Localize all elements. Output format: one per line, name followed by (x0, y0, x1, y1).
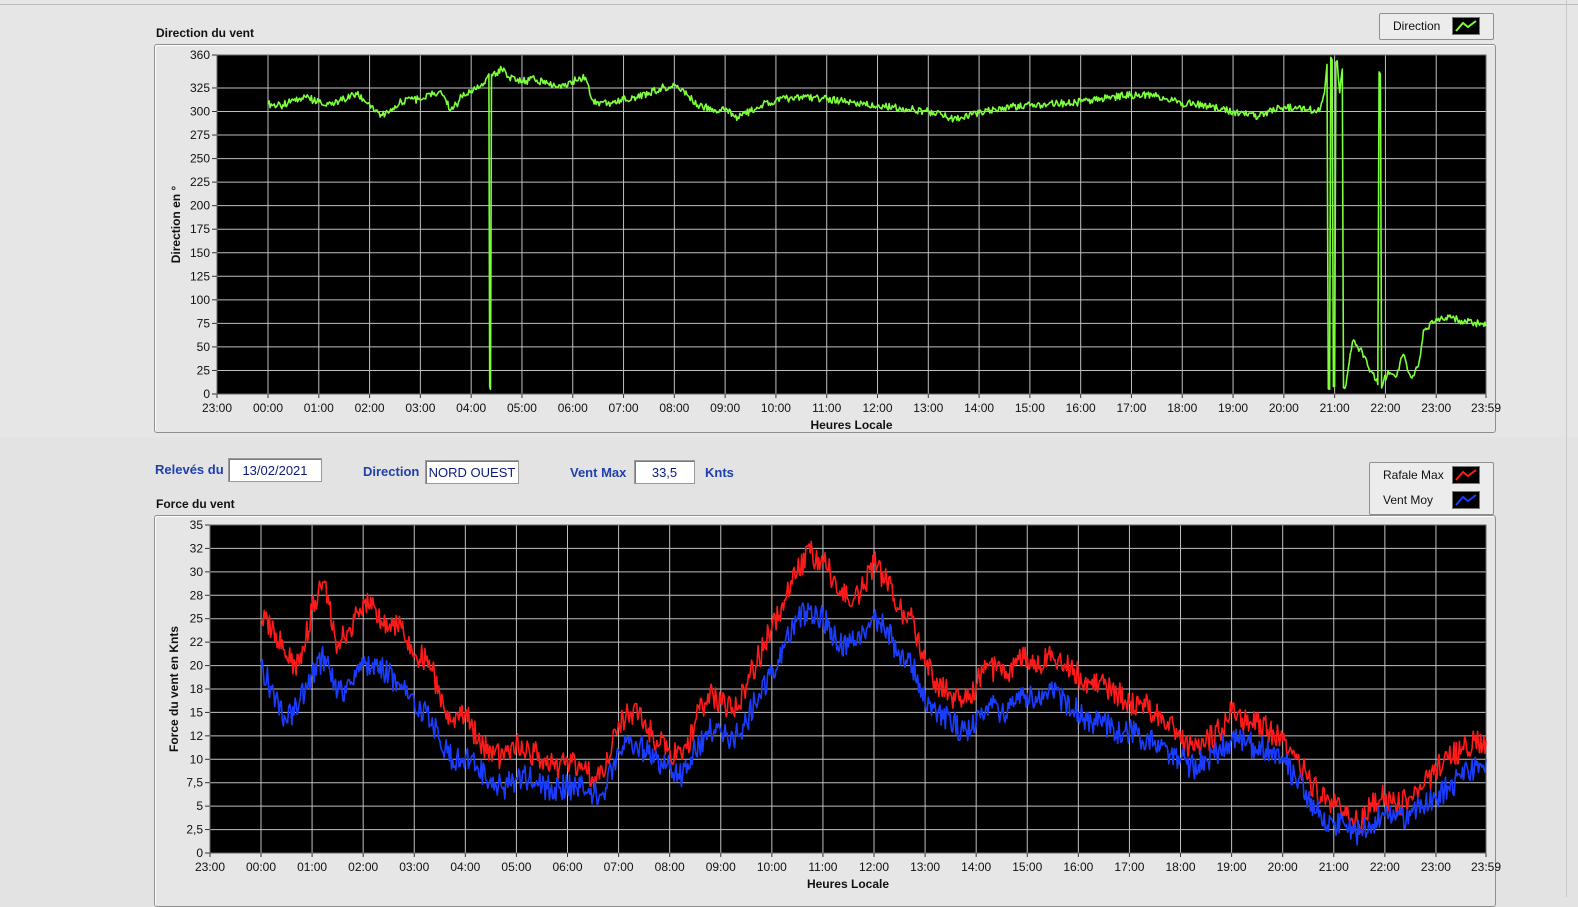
x-tick-label: 20:00 (1268, 860, 1298, 874)
x-tick-label: 23:59 (1471, 860, 1501, 874)
x-tick-label: 12:00 (859, 860, 889, 874)
y-tick-label: 12 (190, 729, 204, 743)
y-tick-label: 22 (190, 635, 204, 649)
x-tick-label: 23:00 (1421, 860, 1451, 874)
y-tick-label: 2,5 (186, 823, 203, 837)
x-tick-label: 13:00 (910, 860, 940, 874)
y-tick-label: 28 (190, 588, 204, 602)
y-tick-label: 32 (190, 541, 204, 555)
x-tick-label: 11:00 (808, 860, 837, 874)
y-tick-label: 7,5 (186, 776, 203, 790)
y-tick-label: 10 (190, 752, 204, 766)
y-tick-label: 35 (190, 518, 204, 532)
x-tick-label: 19:00 (1217, 860, 1247, 874)
y-tick-label: 5 (196, 799, 203, 813)
y-tick-label: 25 (190, 612, 204, 626)
y-axis-label: Force du vent en Knts (167, 626, 181, 752)
y-tick-label: 18 (190, 682, 204, 696)
x-tick-label: 22:00 (1370, 860, 1400, 874)
x-axis-label: Heures Locale (807, 877, 889, 891)
x-tick-label: 16:00 (1063, 860, 1093, 874)
y-tick-label: 0 (196, 846, 203, 860)
x-tick-label: 07:00 (604, 860, 634, 874)
y-tick-label: 30 (190, 565, 204, 579)
x-tick-label: 01:00 (297, 860, 327, 874)
x-tick-label: 06:00 (552, 860, 582, 874)
x-tick-label: 08:00 (655, 860, 685, 874)
x-tick-label: 15:00 (1012, 860, 1042, 874)
x-tick-label: 04:00 (450, 860, 480, 874)
x-tick-label: 03:00 (399, 860, 429, 874)
x-tick-label: 09:00 (706, 860, 736, 874)
x-tick-label: 00:00 (246, 860, 276, 874)
y-tick-label: 15 (190, 705, 204, 719)
x-tick-label: 21:00 (1319, 860, 1349, 874)
x-tick-label: 05:00 (501, 860, 531, 874)
x-tick-label: 10:00 (757, 860, 787, 874)
y-tick-label: 20 (190, 659, 204, 673)
force-chart: 23:00 00:00 01:00 02:00 03:00 04:00 05:00 06:00… (167, 518, 1501, 891)
x-tick-label: 23:00 (195, 860, 225, 874)
x-tick-label: 02:00 (348, 860, 378, 874)
x-tick-label: 14:00 (961, 860, 991, 874)
x-tick-label: 17:00 (1114, 860, 1144, 874)
x-tick-label: 18:00 (1166, 860, 1196, 874)
